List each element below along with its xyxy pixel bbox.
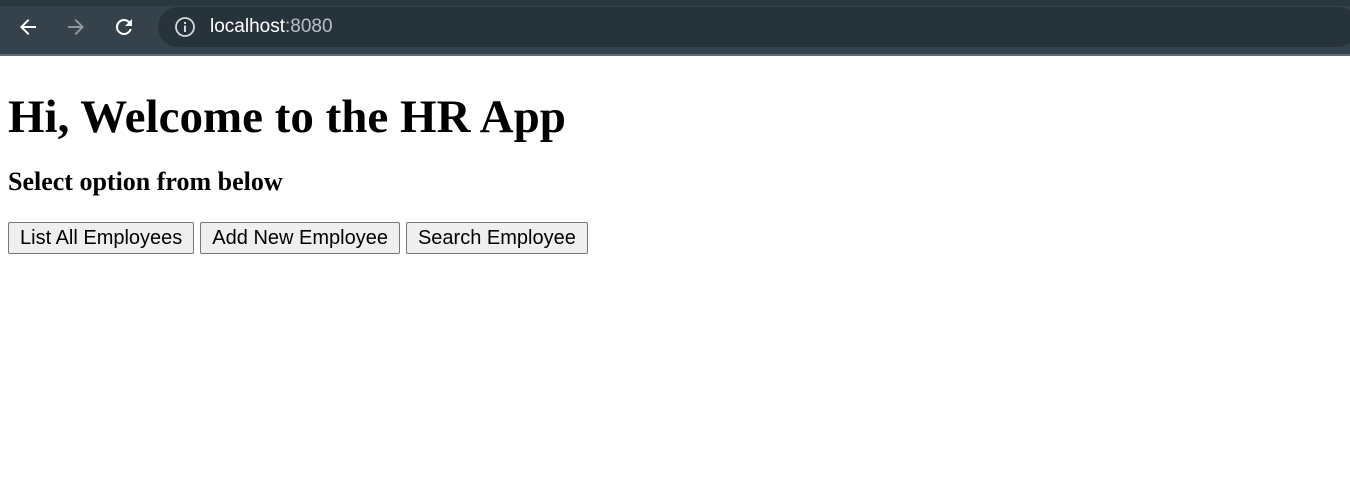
back-button[interactable] [11,10,45,44]
tab-strip [0,0,1350,6]
add-new-employee-button[interactable]: Add New Employee [200,222,400,254]
info-icon[interactable] [174,16,196,38]
page-title: Hi, Welcome to the HR App [8,91,566,143]
address-bar[interactable]: localhost:8080 [158,7,1350,47]
url-text[interactable]: localhost:8080 [210,16,333,38]
url-port: :8080 [285,16,333,37]
browser-toolbar: localhost:8080 [0,0,1350,56]
page-content: Hi, Welcome to the HR App Select option … [0,58,1350,493]
option-buttons: List All Employees Add New Employee Sear… [8,222,1342,254]
arrow-left-icon [20,19,36,35]
list-all-employees-button[interactable]: List All Employees [8,222,195,254]
reload-icon [115,18,132,35]
search-employee-button[interactable]: Search Employee [405,222,588,254]
page-subtitle: Select option from below [8,167,283,196]
url-host: localhost [210,16,285,37]
forward-button[interactable] [59,10,93,44]
arrow-right-icon [68,19,84,35]
reload-button[interactable] [107,10,141,44]
